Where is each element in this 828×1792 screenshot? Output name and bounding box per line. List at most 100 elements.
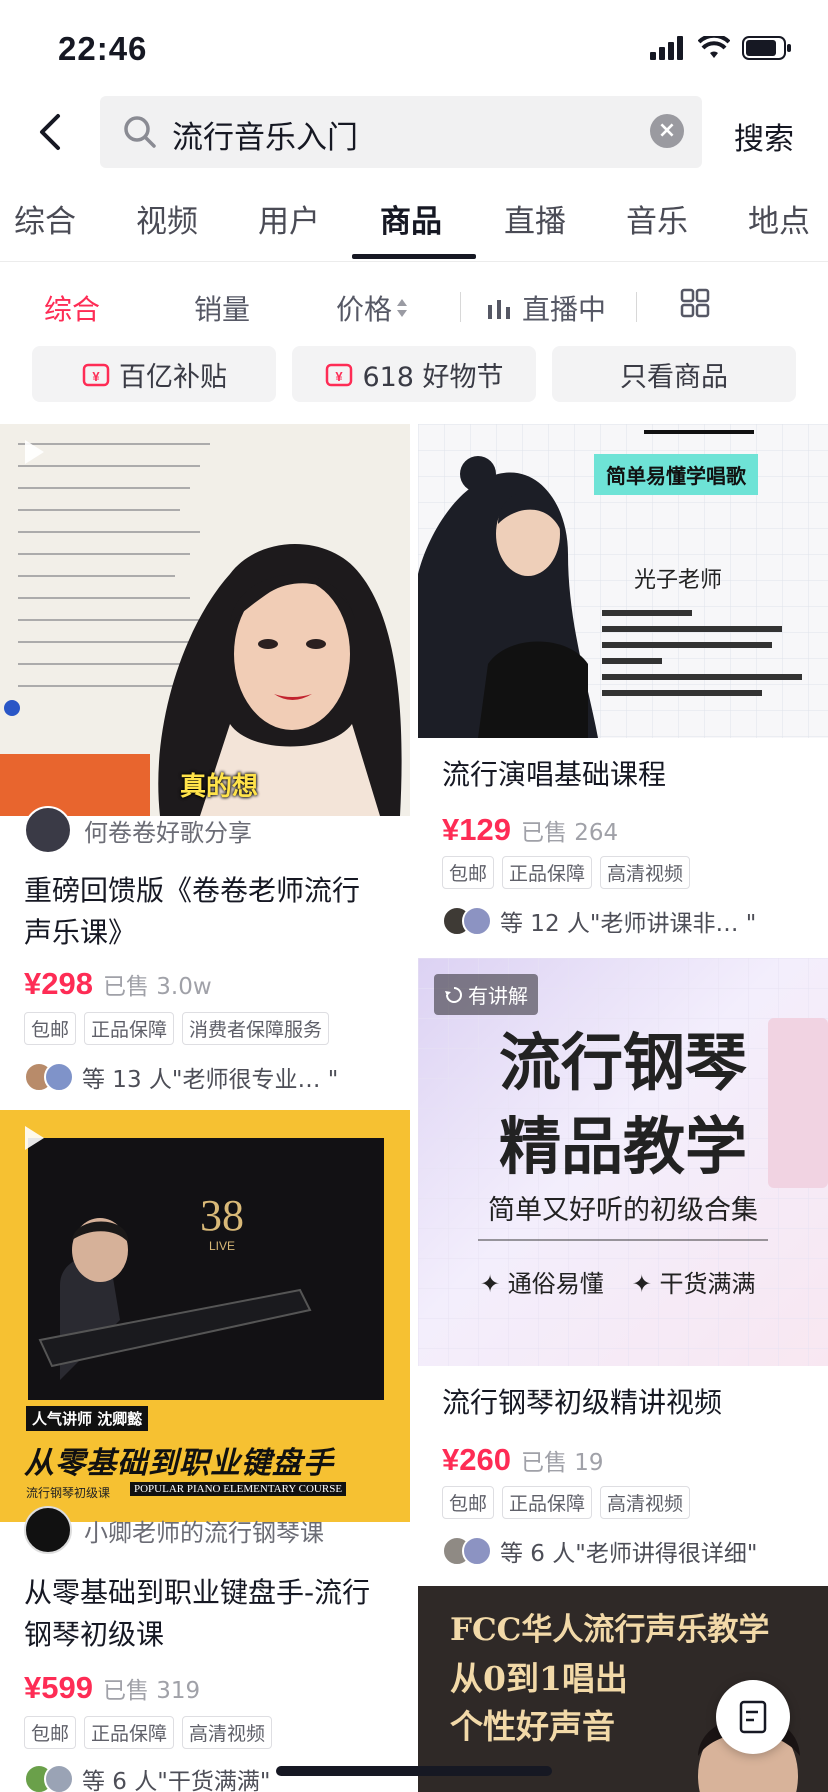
review-row: 等 13 人"老师很专业… ": [24, 1060, 338, 1094]
compose-button[interactable]: [716, 1680, 790, 1754]
chip-subsidy[interactable]: ¥ 百亿补贴: [32, 346, 276, 402]
avatar: [44, 1062, 74, 1092]
clear-icon[interactable]: ×: [650, 114, 684, 148]
tab-users[interactable]: 用户: [258, 196, 320, 241]
tag: 包邮: [442, 1486, 495, 1519]
play-icon: [25, 440, 44, 464]
tag: 高清视频: [600, 856, 691, 889]
search-input[interactable]: 流行音乐入门 ×: [100, 96, 702, 168]
thumb-subtitle: 简单又好听的初级合集: [488, 1195, 758, 1226]
price-row: ¥599 已售 319: [24, 1670, 200, 1706]
coupon-icon: ¥: [82, 363, 110, 387]
seller-row: 何卷卷好歌分享: [24, 806, 252, 854]
title-line: 声乐课》: [24, 916, 137, 949]
play-icon: [25, 1126, 44, 1150]
tab-music[interactable]: 音乐: [626, 196, 688, 241]
tag: 包邮: [24, 1716, 77, 1749]
review-text: 等 12 人"老师讲课非… ": [500, 911, 757, 937]
thumb-point: ✦ 干货满满: [631, 1270, 756, 1298]
badge-label: 有讲解: [468, 984, 528, 1008]
thumb-caption: 真的想: [180, 772, 259, 802]
home-indicator: [276, 1766, 552, 1776]
chip-label: 618 好物节: [362, 361, 504, 393]
explain-badge: 有讲解: [434, 974, 538, 1015]
thumb-line: FCC华人流行声乐教学: [450, 1612, 770, 1648]
product-card[interactable]: 有讲解 流行钢琴 精品教学 简单又好听的初级合集 ✦ 通俗易懂 ✦ 干货满满 流…: [418, 958, 828, 1580]
back-button[interactable]: [30, 110, 74, 154]
product-title: 从零基础到职业键盘手-流行 钢琴初级课: [24, 1572, 404, 1656]
search-icon: [124, 116, 156, 148]
product-thumbnail: 真的想: [0, 424, 410, 816]
filter-live[interactable]: 直播中: [486, 288, 606, 328]
filter-price[interactable]: 价格: [336, 288, 408, 328]
avatar: [44, 1764, 74, 1792]
svg-text:LIVE: LIVE: [209, 1239, 235, 1253]
search-button[interactable]: 搜索: [734, 114, 794, 158]
product-card[interactable]: 38 LIVE 人气讲师 沈卿懿 从零基础到职业键盘手 流行钢琴初级课 POPU…: [0, 1110, 410, 1792]
chip-618[interactable]: ¥ 618 好物节: [292, 346, 536, 402]
tag: 正品保障: [84, 1012, 175, 1045]
live-bars-icon: [488, 300, 510, 319]
search-results-screen: 22:46 流行音乐入门 × 搜索 综合 视频 用户 商品 直播 音乐 地点 综…: [0, 0, 828, 1792]
filter-live-label: 直播中: [522, 293, 607, 326]
thumb-line: 从0到1唱出: [450, 1659, 628, 1698]
tab-all[interactable]: 综合: [14, 196, 76, 241]
chip-label: 百亿补贴: [119, 361, 227, 393]
wifi-icon: [698, 36, 730, 58]
tag: 包邮: [24, 1012, 77, 1045]
review-text: 等 6 人"老师讲得很详细": [500, 1541, 758, 1567]
status-time: 22:46: [58, 30, 148, 67]
title-line: 钢琴初级课: [24, 1618, 165, 1651]
review-row: 等 6 人"老师讲得很详细": [442, 1534, 757, 1568]
product-card[interactable]: 真的想 何卷卷好歌分享 重磅回馈版《卷卷老师流行 声乐课》 ¥298 已售 3.…: [0, 424, 410, 1106]
product-thumbnail: 有讲解 流行钢琴 精品教学 简单又好听的初级合集 ✦ 通俗易懂 ✦ 干货满满: [418, 958, 828, 1366]
grid-view-icon[interactable]: [680, 288, 710, 318]
product-card[interactable]: 简单易懂学唱歌 光子老师 流行演唱基础课程 ¥129 已售 264 包邮 正品保…: [418, 424, 828, 950]
search-query: 流行音乐入门: [172, 120, 358, 156]
filter-all[interactable]: 综合: [44, 288, 100, 328]
active-tab-indicator: [352, 254, 476, 259]
tag: 正品保障: [502, 1486, 593, 1519]
filter-divider: [460, 292, 461, 322]
sort-icon: [397, 299, 408, 317]
price-row: ¥260 已售 19: [442, 1442, 604, 1478]
svg-text:¥: ¥: [92, 369, 100, 384]
tab-live[interactable]: 直播: [504, 196, 566, 241]
tab-places[interactable]: 地点: [748, 196, 810, 241]
thumb-subtitle: 流行钢琴初级课: [26, 1486, 111, 1500]
review-row: 等 12 人"老师讲课非… ": [442, 904, 756, 938]
thumb-bio-lines: [602, 610, 802, 696]
thumb-point-label: 通俗易懂: [507, 1270, 604, 1298]
filter-divider: [636, 292, 637, 322]
seller-name: 小卿老师的流行钢琴课: [84, 1518, 324, 1547]
price: ¥599: [24, 1670, 93, 1705]
price-row: ¥298 已售 3.0w: [24, 966, 212, 1002]
title-line: 重磅回馈版《卷卷老师流行: [24, 874, 361, 907]
thumb-banner: 简单易懂学唱歌: [594, 454, 758, 495]
title-line: 从零基础到职业键盘手-流行: [24, 1576, 371, 1609]
filter-sales[interactable]: 销量: [194, 288, 250, 328]
tab-videos[interactable]: 视频: [136, 196, 198, 241]
review-text: 等 6 人"干货满满": [82, 1769, 271, 1792]
thumb-line: 个性好声音: [450, 1707, 615, 1746]
review-text: 等 13 人"老师很专业… ": [82, 1067, 339, 1093]
chip-products-only[interactable]: 只看商品: [552, 346, 796, 402]
tab-products[interactable]: 商品: [380, 196, 442, 241]
tag: 高清视频: [182, 1716, 273, 1749]
tag-list: 包邮 正品保障 高清视频: [24, 1716, 273, 1749]
edit-icon: [739, 1700, 767, 1734]
svg-text:¥: ¥: [336, 369, 344, 384]
avatar: [462, 1536, 492, 1566]
sold-count: 已售 319: [102, 1678, 201, 1704]
thumb-title: 精品教学: [498, 1110, 747, 1183]
thumb-points: ✦ 通俗易懂 ✦ 干货满满: [480, 1264, 756, 1299]
product-thumbnail: 简单易懂学唱歌 光子老师: [418, 424, 828, 738]
svg-text:38: 38: [200, 1191, 244, 1240]
price: ¥260: [442, 1442, 511, 1477]
product-title: 重磅回馈版《卷卷老师流行 声乐课》: [24, 870, 394, 954]
tag-list: 包邮 正品保障 消费者保障服务: [24, 1012, 330, 1045]
sold-count: 已售 19: [520, 1450, 604, 1476]
signal-icon: [650, 36, 683, 60]
status-icons: [650, 36, 792, 60]
avatar: [24, 806, 72, 854]
